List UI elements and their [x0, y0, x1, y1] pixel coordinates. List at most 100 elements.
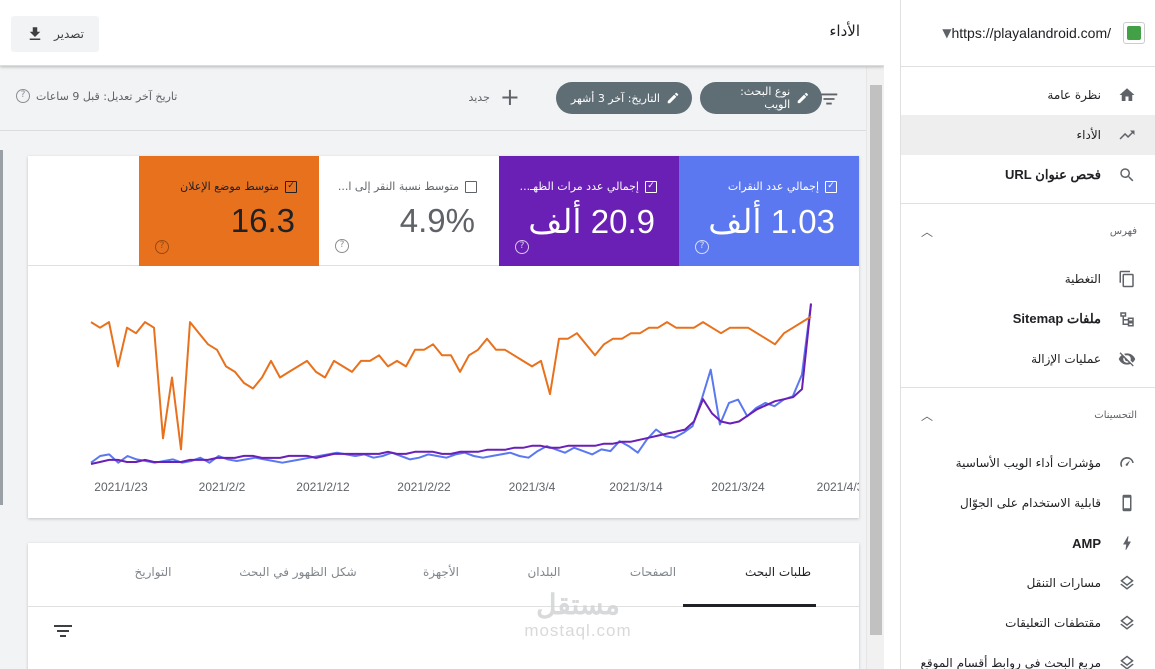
- metric-impressions-value: 20.9 ألف: [528, 203, 655, 240]
- metric-position-value: 16.3: [230, 202, 295, 239]
- help-icon[interactable]: ?: [515, 240, 529, 254]
- x-tick-label: 2021/3/24: [711, 480, 765, 494]
- x-tick-label: 2021/3/4: [509, 480, 556, 494]
- sidebar-item-label: قابلية الاستخدام على الجوّال: [960, 496, 1101, 510]
- checkbox-checked-icon[interactable]: ✓: [825, 180, 837, 193]
- edit-icon: [797, 92, 809, 104]
- sidebar-item-sitelinks-searchbox[interactable]: مربع البحث في روابط أقسام الموقع: [901, 643, 1155, 669]
- metric-ctr[interactable]: متوسط نسبة النقر إلى ا... 4.9% ?: [319, 156, 499, 266]
- plus-icon: +: [499, 83, 520, 111]
- last-updated-text: تاريخ آخر تعديل: قبل 9 ساعات: [36, 89, 178, 103]
- table-filter-icon[interactable]: [52, 623, 74, 639]
- help-icon[interactable]: ?: [335, 239, 349, 253]
- sidebar-item-breadcrumbs[interactable]: مسارات التنقل: [901, 563, 1155, 603]
- dropdown-arrow-icon[interactable]: ▼: [942, 26, 951, 40]
- tab-search-appearance[interactable]: شكل الظهور في البحث: [239, 565, 356, 579]
- chevron-up-icon[interactable]: ︿: [921, 223, 933, 240]
- help-icon[interactable]: ?: [695, 240, 709, 254]
- sidebar-item-label: مربع البحث في روابط أقسام الموقع: [920, 656, 1102, 669]
- page-title: الأداء: [829, 22, 860, 40]
- help-icon[interactable]: ?: [16, 89, 30, 103]
- gauge-icon: [1117, 453, 1137, 473]
- tab-countries[interactable]: البلدان: [527, 565, 560, 579]
- checkbox-unchecked-icon[interactable]: [465, 180, 477, 193]
- download-icon: [29, 27, 41, 40]
- x-tick-label: 2021/3/14: [609, 480, 663, 494]
- x-tick-label: 2021/4/3: [817, 480, 859, 494]
- tab-pages[interactable]: الصفحات: [630, 565, 676, 579]
- sidebar-item-label: ملفات Sitemap: [1012, 311, 1101, 326]
- phone-icon: [1117, 493, 1137, 513]
- edit-icon: [667, 92, 679, 104]
- copy-icon: [1117, 269, 1137, 289]
- export-label: تصدير: [54, 27, 85, 41]
- scrollbar-thumb[interactable]: [870, 85, 882, 635]
- performance-chart: 2021/1/23 2021/2/2 2021/2/12 2021/2/22 2021/…: [28, 266, 859, 518]
- sidebar-item-label: عمليات الإزالة: [1031, 352, 1101, 366]
- sidebar-item-url-inspection[interactable]: فحص عنوان URL: [901, 155, 1155, 195]
- layers-icon: [1117, 613, 1137, 633]
- sidebar-item-sitemaps[interactable]: ملفات Sitemap: [901, 299, 1155, 339]
- nav-enhancements: مؤشرات أداء الويب الأساسية قابلية الاستخ…: [901, 443, 1155, 669]
- checkbox-checked-icon[interactable]: ✓: [285, 180, 297, 193]
- sidebar-item-overview[interactable]: نظرة عامة: [901, 75, 1155, 115]
- new-label: جديد: [468, 90, 490, 104]
- tab-devices[interactable]: الأجهزة: [423, 565, 459, 579]
- export-button[interactable]: تصدير: [11, 16, 99, 52]
- filter-bar: نوع البحث: الويب التاريخ: آخر 3 أشهر + ج…: [0, 67, 866, 131]
- search-type-chip[interactable]: نوع البحث: الويب: [700, 82, 822, 114]
- metric-impressions-label-row: ✓ إجمالي عدد مرات الظهـ...: [520, 180, 657, 193]
- sidebar-item-label: الأداء: [1076, 128, 1102, 142]
- top-bar: الأداء تصدير: [0, 0, 884, 66]
- metric-position[interactable]: ✓ متوسط موضع الإعلان 16.3 ?: [139, 156, 319, 266]
- new-filter-button[interactable]: + جديد: [468, 83, 520, 111]
- section-index-label: فهرس: [1109, 226, 1137, 237]
- date-chip[interactable]: التاريخ: آخر 3 أشهر: [556, 82, 692, 114]
- property-selector[interactable]: https://playalandroid.com/ ▼: [901, 0, 1155, 67]
- chevron-up-icon[interactable]: ︿: [921, 407, 933, 424]
- sidebar-item-coverage[interactable]: التغطية: [901, 259, 1155, 299]
- metric-position-label: متوسط موضع الإعلان: [180, 180, 279, 193]
- section-enhancements[interactable]: التحسينات ︿: [901, 387, 1155, 443]
- x-tick-label: 2021/1/23: [94, 480, 148, 494]
- sidebar-item-mobile-usability[interactable]: قابلية الاستخدام على الجوّال: [901, 483, 1155, 523]
- metric-ctr-label: متوسط نسبة النقر إلى ا...: [337, 180, 459, 193]
- series-line-0: [90, 303, 812, 464]
- metric-impressions[interactable]: ✓ إجمالي عدد مرات الظهـ... 20.9 ألف ?: [499, 156, 679, 266]
- sidebar-item-label: مؤشرات أداء الويب الأساسية: [955, 456, 1101, 470]
- section-enhancements-label: التحسينات: [1094, 410, 1137, 421]
- series-line-1: [90, 303, 812, 465]
- tab-dates[interactable]: التواريخ: [134, 565, 171, 579]
- metric-clicks-label-row: ✓ إجمالي عدد النقرات: [728, 180, 837, 193]
- metric-position-label-row: ✓ متوسط موضع الإعلان: [180, 180, 297, 193]
- sidebar-item-core-web-vitals[interactable]: مؤشرات أداء الويب الأساسية: [901, 443, 1155, 483]
- scrollbar[interactable]: [866, 67, 884, 669]
- metric-impressions-label: إجمالي عدد مرات الظهـ...: [519, 180, 639, 193]
- section-index[interactable]: فهرس ︿: [901, 203, 1155, 259]
- details-card: طلبات البحث الصفحات البلدان الأجهزة شكل …: [28, 543, 859, 669]
- property-url: https://playalandroid.com/: [951, 25, 1111, 41]
- sidebar-item-review-snippets[interactable]: مقتطفات التعليقات: [901, 603, 1155, 643]
- search-icon: [1117, 165, 1137, 185]
- x-tick-label: 2021/2/22: [397, 480, 451, 494]
- site-favicon: [1123, 22, 1145, 44]
- x-tick-label: 2021/2/12: [296, 480, 350, 494]
- chart-svg: 2021/1/23 2021/2/2 2021/2/12 2021/2/22 2021/…: [90, 303, 859, 494]
- checkbox-checked-icon[interactable]: ✓: [645, 180, 657, 193]
- sidebar-item-amp[interactable]: AMP: [901, 523, 1155, 563]
- tab-queries[interactable]: طلبات البحث: [745, 565, 811, 579]
- sitemap-icon: [1117, 309, 1137, 329]
- watermark-en: mostaql.com: [524, 621, 632, 640]
- metric-clicks[interactable]: ✓ إجمالي عدد النقرات 1.03 ألف ?: [679, 156, 859, 266]
- metric-clicks-label: إجمالي عدد النقرات: [727, 180, 819, 193]
- metric-ctr-label-row: متوسط نسبة النقر إلى ا...: [338, 180, 477, 193]
- sidebar-item-removals[interactable]: عمليات الإزالة: [901, 339, 1155, 379]
- date-label: التاريخ: آخر 3 أشهر: [570, 91, 660, 105]
- active-tab-indicator: [683, 604, 816, 607]
- help-icon[interactable]: ?: [155, 240, 169, 254]
- sidebar-item-performance[interactable]: الأداء: [901, 115, 1155, 155]
- last-updated: تاريخ آخر تعديل: قبل 9 ساعات ?: [16, 89, 177, 103]
- series-line-2: [90, 315, 812, 451]
- trending-up-icon: [1117, 125, 1137, 145]
- metric-ctr-value: 4.9%: [399, 202, 475, 239]
